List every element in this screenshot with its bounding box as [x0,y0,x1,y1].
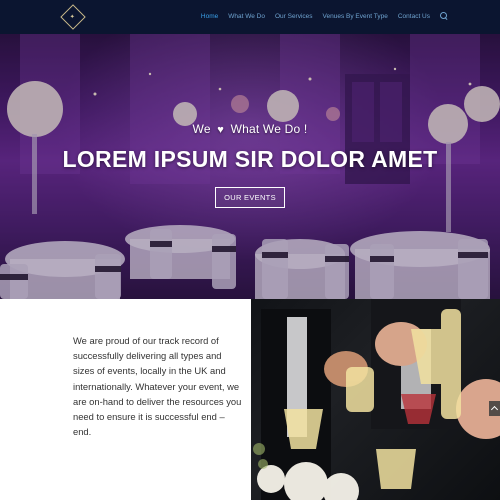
hero-title: LOREM IPSUM SIR DOLOR AMET [62,146,438,172]
champagne-toast-image [251,299,500,500]
nav-our-services[interactable]: Our Services [275,13,313,20]
heart-icon: ♥ [217,124,225,136]
our-events-button[interactable]: OUR EVENTS [215,187,285,208]
toast-illustration [253,299,500,500]
logo-emblem: ✦ [60,4,86,30]
about-section: We are proud of our track record of succ… [0,299,251,500]
about-text: We are proud of our track record of succ… [73,335,242,438]
nav-contact-us[interactable]: Contact Us [398,13,430,20]
search-icon[interactable] [440,12,448,20]
scroll-to-top-button[interactable] [489,401,500,416]
nav-home[interactable]: Home [201,13,218,20]
site-header: ✦ Home What We Do Our Services Venues By… [0,0,500,34]
site-logo[interactable]: ✦ [58,2,88,32]
hero-content: We ♥ What We Do ! LOREM IPSUM SIR DOLOR … [0,34,500,299]
nav-venues-by-event-type[interactable]: Venues By Event Type [323,13,388,20]
tagline-end: What We Do ! [230,122,308,136]
nav-what-we-do[interactable]: What We Do [228,13,265,20]
hero-tagline: We ♥ What We Do ! [193,122,308,136]
hero-banner: We ♥ What We Do ! LOREM IPSUM SIR DOLOR … [0,34,500,299]
main-nav: Home What We Do Our Services Venues By E… [201,12,448,20]
tagline-start: We [192,122,211,136]
